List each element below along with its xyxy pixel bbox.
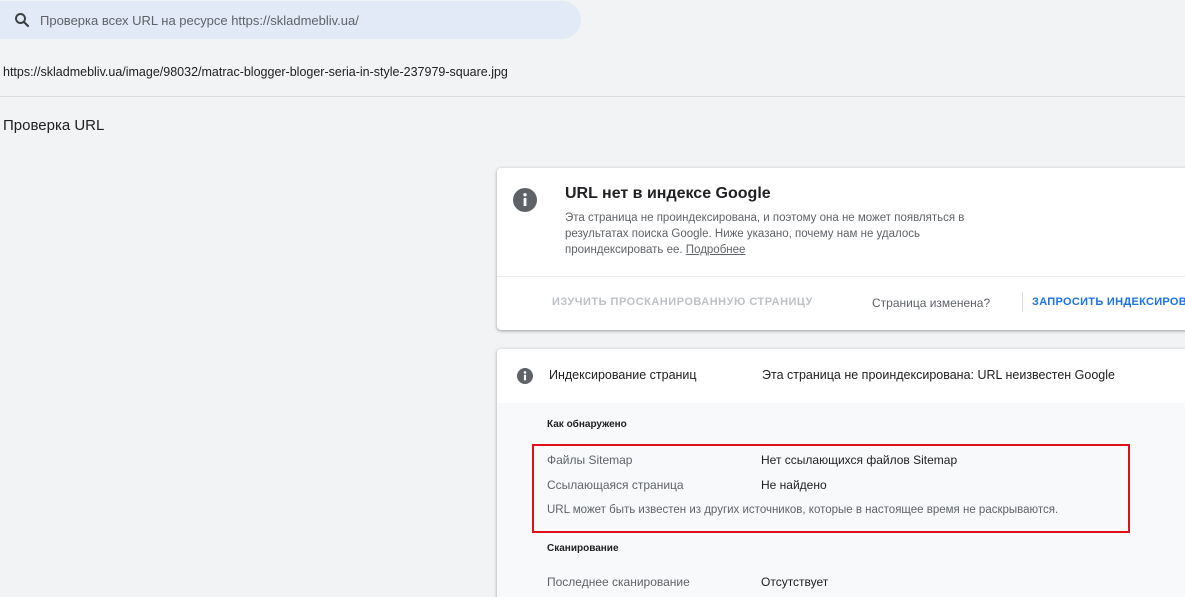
action-divider xyxy=(1022,292,1023,312)
page-indexing-value: Эта страница не проиндексирована: URL не… xyxy=(762,368,1115,382)
page-indexing-details: Как обнаружено Файлы Sitemap Нет ссылающ… xyxy=(497,403,1185,597)
page-indexing-label: Индексирование страниц xyxy=(549,368,697,382)
sitemaps-label: Файлы Sitemap xyxy=(547,453,633,467)
referring-page-value: Не найдено xyxy=(761,478,827,492)
index-status-title: URL нет в индексе Google xyxy=(565,185,771,202)
discovery-note: URL может быть известен из других источн… xyxy=(547,504,1059,516)
description-line: результатах поиска Google. Ниже указано,… xyxy=(565,228,920,240)
info-icon xyxy=(513,188,537,212)
inspected-url: https://skladmebliv.ua/image/98032/matra… xyxy=(3,65,508,79)
search-icon xyxy=(15,13,30,28)
page-indexing-header[interactable]: Индексирование страниц Эта страница не п… xyxy=(497,349,1185,403)
search-bar[interactable] xyxy=(0,1,581,39)
last-crawl-label: Последнее сканирование xyxy=(547,575,690,589)
discovery-heading: Как обнаружено xyxy=(547,419,627,430)
index-status-card: URL нет в индексе Google Эта страница не… xyxy=(497,168,1185,330)
search-input[interactable] xyxy=(40,1,560,39)
index-status-description: Эта страница не проиндексирована, и поэт… xyxy=(565,210,1015,258)
page-indexing-card: Индексирование страниц Эта страница не п… xyxy=(497,349,1185,597)
description-line: Эта страница не проиндексирована, и поэт… xyxy=(565,212,965,224)
header-divider xyxy=(0,96,1185,97)
last-crawl-value: Отсутствует xyxy=(761,575,829,589)
learn-more-link[interactable]: Подробнее xyxy=(686,244,746,256)
page-changed-label: Страница изменена? xyxy=(872,296,991,310)
sitemaps-value: Нет ссылающихся файлов Sitemap xyxy=(761,453,958,467)
card-divider xyxy=(497,276,1185,277)
page-title: Проверка URL xyxy=(3,117,105,134)
crawl-heading: Сканирование xyxy=(547,543,619,554)
view-crawled-page-button[interactable]: ИЗУЧИТЬ ПРОСКАНИРОВАННУЮ СТРАНИЦУ xyxy=(552,296,813,308)
info-icon xyxy=(517,368,533,384)
description-line: проиндексировать ее. Подробнее xyxy=(565,242,1015,258)
description-text: проиндексировать ее. xyxy=(565,244,683,256)
request-indexing-button[interactable]: ЗАПРОСИТЬ ИНДЕКСИРОВА xyxy=(1032,296,1185,308)
referring-page-label: Ссылающаяся страница xyxy=(547,478,684,492)
